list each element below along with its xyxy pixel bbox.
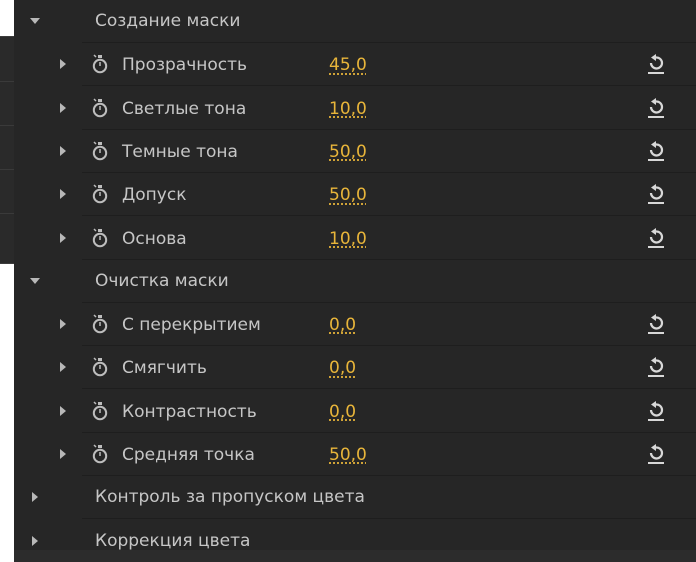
section-label: Коррекция цвета — [95, 530, 251, 551]
stopwatch-icon[interactable] — [90, 141, 110, 161]
param-row: Темные тона 50,0 — [14, 130, 696, 173]
background-divider — [0, 81, 14, 82]
param-value[interactable]: 50,0 — [329, 445, 367, 465]
param-row: Средняя точка 50,0 — [14, 433, 696, 476]
background-panel — [0, 36, 14, 264]
stopwatch-icon[interactable] — [90, 98, 110, 118]
reset-icon[interactable] — [646, 53, 666, 75]
param-row: Прозрачность 45,0 — [14, 43, 696, 87]
param-label: Смягчить — [122, 358, 207, 379]
stopwatch-icon[interactable] — [90, 314, 110, 334]
reset-icon[interactable] — [646, 97, 666, 119]
panel-bottom-edge — [14, 550, 696, 562]
triangle-down-icon[interactable] — [26, 272, 44, 290]
triangle-right-icon[interactable] — [54, 55, 72, 73]
section-header-row[interactable]: Создание маски — [14, 0, 696, 43]
stopwatch-icon[interactable] — [90, 401, 110, 421]
triangle-right-icon[interactable] — [54, 445, 72, 463]
stopwatch-icon[interactable] — [90, 54, 110, 74]
param-label: Прозрачность — [122, 55, 248, 76]
param-label: Допуск — [122, 185, 187, 206]
background-divider — [0, 213, 14, 214]
stopwatch-icon[interactable] — [90, 444, 110, 464]
param-value[interactable]: 50,0 — [329, 185, 367, 205]
param-row: Основа 10,0 — [14, 217, 696, 260]
param-row: Контрастность 0,0 — [14, 390, 696, 433]
triangle-right-icon[interactable] — [54, 402, 72, 420]
param-value[interactable]: 10,0 — [329, 99, 367, 119]
background-divider — [0, 125, 14, 126]
triangle-right-icon[interactable] — [54, 315, 72, 333]
reset-icon[interactable] — [646, 313, 666, 335]
param-row: Допуск 50,0 — [14, 173, 696, 217]
stopwatch-icon[interactable] — [90, 357, 110, 377]
param-row: Светлые тона 10,0 — [14, 87, 696, 130]
triangle-right-icon[interactable] — [54, 185, 72, 203]
reset-icon[interactable] — [646, 227, 666, 249]
param-value[interactable]: 0,0 — [329, 315, 356, 335]
triangle-right-icon[interactable] — [54, 358, 72, 376]
triangle-right-icon[interactable] — [26, 532, 44, 550]
param-value[interactable]: 45,0 — [329, 55, 367, 75]
reset-icon[interactable] — [646, 183, 666, 205]
param-label: Темные тона — [122, 141, 238, 162]
reset-icon[interactable] — [646, 400, 666, 422]
param-value[interactable]: 0,0 — [329, 358, 356, 378]
param-value[interactable]: 50,0 — [329, 142, 367, 162]
triangle-right-icon[interactable] — [54, 142, 72, 160]
background-divider — [0, 169, 14, 170]
param-label: Контрастность — [122, 401, 257, 422]
section-header-row[interactable]: Очистка маски — [14, 260, 696, 303]
param-label: С перекрытием — [122, 315, 261, 336]
param-label: Светлые тона — [122, 98, 247, 119]
section-header-row[interactable]: Контроль за пропуском цвета — [14, 476, 696, 520]
reset-icon[interactable] — [646, 356, 666, 378]
param-label: Основа — [122, 228, 187, 249]
triangle-down-icon[interactable] — [26, 12, 44, 30]
param-value[interactable]: 0,0 — [329, 402, 356, 422]
stopwatch-icon[interactable] — [90, 227, 110, 248]
triangle-right-icon[interactable] — [54, 229, 72, 247]
triangle-right-icon[interactable] — [54, 99, 72, 117]
effect-controls-panel: Создание маски Прозрачность 45,0 Светлые то… — [14, 0, 696, 562]
param-value[interactable]: 10,0 — [329, 229, 367, 249]
param-label: Средняя точка — [122, 445, 255, 465]
stopwatch-icon[interactable] — [90, 184, 110, 204]
triangle-right-icon[interactable] — [26, 488, 44, 506]
reset-icon[interactable] — [646, 443, 666, 465]
section-label: Контроль за пропуском цвета — [95, 487, 365, 508]
section-label: Очистка маски — [95, 270, 229, 291]
param-row: С перекрытием 0,0 — [14, 303, 696, 347]
section-label: Создание маски — [95, 11, 241, 31]
param-row: Смягчить 0,0 — [14, 346, 696, 390]
reset-icon[interactable] — [646, 140, 666, 162]
